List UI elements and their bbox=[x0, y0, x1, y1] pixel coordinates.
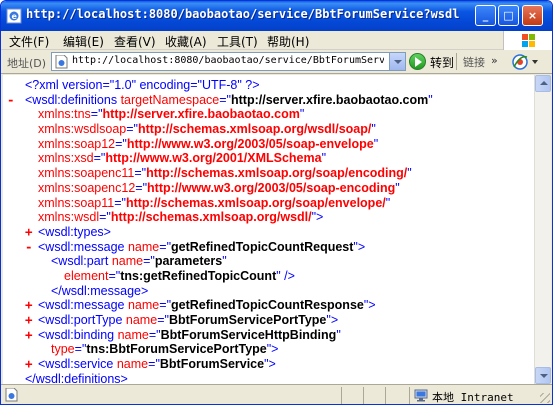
xml-binding: + <wsdl:binding name="BbtForumServiceHttp… bbox=[25, 326, 341, 343]
collapse-toggle-message[interactable]: - bbox=[25, 239, 33, 255]
intranet-icon bbox=[414, 389, 428, 402]
resize-grip[interactable] bbox=[540, 393, 550, 403]
address-dropdown-button[interactable] bbox=[389, 53, 405, 70]
xml-definitions-open: - <wsdl:definitions targetNamespace="http… bbox=[7, 91, 433, 108]
menu-favorites[interactable]: 收藏(A) bbox=[165, 33, 207, 50]
links-button[interactable]: 链接 bbox=[463, 54, 485, 70]
minimize-button[interactable]: _ bbox=[475, 5, 496, 26]
go-button[interactable]: 转到 bbox=[409, 52, 459, 71]
links-more-icon[interactable]: » bbox=[491, 54, 498, 67]
xml-message-close: </wsdl:message> bbox=[51, 283, 149, 298]
expand-toggle-types[interactable]: + bbox=[25, 224, 33, 240]
collapse-toggle-definitions[interactable]: - bbox=[7, 92, 15, 108]
xml-message-request: - <wsdl:message name="getRefinedTopicCoun… bbox=[25, 238, 366, 255]
menu-help[interactable]: 帮助(H) bbox=[267, 33, 309, 50]
maximize-button[interactable]: □ bbox=[498, 5, 519, 26]
xml-tree: <?xml version="1.0" encoding="UTF-8" ?> … bbox=[3, 78, 433, 384]
xml-service: + <wsdl:service name="BbtForumService"> bbox=[25, 356, 276, 372]
menu-file[interactable]: 文件(F) bbox=[9, 33, 49, 50]
zone-label: 本地 Intranet bbox=[432, 391, 514, 404]
page-icon bbox=[55, 55, 68, 69]
xml-message-response: + <wsdl:message name="getRefinedTopicCoun… bbox=[25, 297, 376, 313]
xml-ns-line: xmlns:soapenc11="http://schemas.xmlsoap.… bbox=[38, 166, 412, 181]
go-label: 转到 bbox=[430, 56, 455, 70]
ie-toolbar-dropdown-icon[interactable] bbox=[532, 60, 538, 64]
page-status-icon bbox=[5, 388, 18, 402]
xml-ns-line: xmlns:soapenc12="http://www.w3.org/2003/… bbox=[38, 180, 400, 195]
xml-types: + <wsdl:types> bbox=[25, 223, 111, 240]
address-input[interactable]: http://localhost:8080/baobaotao/service/… bbox=[51, 52, 406, 71]
status-bar: 本地 Intranet bbox=[1, 384, 552, 404]
security-zone[interactable]: 本地 Intranet bbox=[409, 387, 552, 404]
expand-toggle-porttype[interactable]: + bbox=[25, 312, 33, 328]
title-bar[interactable]: e http://localhost:8080/baobaotao/servic… bbox=[1, 1, 552, 31]
windows-logo-icon bbox=[503, 31, 552, 50]
scroll-down-button[interactable] bbox=[535, 367, 551, 384]
xml-ns-line: xmlns:xsd="http://www.w3.org/2001/XMLSch… bbox=[38, 151, 327, 166]
expand-toggle-message-response[interactable]: + bbox=[25, 298, 33, 313]
document-view[interactable]: <?xml version="1.0" encoding="UTF-8" ?> … bbox=[3, 75, 534, 384]
xml-ns-line: xmlns:tns="http://server.xfire.baobaotao… bbox=[38, 107, 305, 122]
window-title: http://localhost:8080/baobaotao/service/… bbox=[26, 7, 466, 21]
menu-edit[interactable]: 编辑(E) bbox=[63, 33, 104, 50]
xml-declaration: <?xml version="1.0" encoding="UTF-8" ?> bbox=[25, 78, 260, 92]
ie-page-icon: e bbox=[6, 8, 22, 24]
scroll-up-button[interactable] bbox=[535, 75, 551, 92]
status-cell bbox=[363, 387, 383, 404]
xml-ns-line: xmlns:soap12="http://www.w3.org/2003/05/… bbox=[38, 136, 379, 151]
menu-tools[interactable]: 工具(T) bbox=[217, 33, 258, 50]
address-label: 地址(D) bbox=[7, 57, 47, 70]
xml-definitions-close: </wsdl:definitions> bbox=[25, 371, 128, 384]
address-bar: 地址(D) http://localhost:8080/baobaotao/se… bbox=[1, 50, 552, 74]
xml-ns-line: xmlns:soap11="http://schemas.xmlsoap.org… bbox=[38, 195, 391, 210]
svg-text:e: e bbox=[12, 12, 18, 21]
xml-porttype: + <wsdl:portType name="BbtForumServicePor… bbox=[25, 312, 339, 328]
xml-ns-line: xmlns:wsdlsoap="http://schemas.xmlsoap.o… bbox=[38, 122, 376, 137]
xml-ns-line: xmlns:wsdl="http://schemas.xmlsoap.org/w… bbox=[38, 210, 324, 225]
xml-binding-type: type="tns:BbtForumServicePortType"> bbox=[51, 342, 279, 357]
vertical-scrollbar[interactable] bbox=[534, 75, 551, 384]
links-separator bbox=[456, 53, 457, 70]
expand-toggle-service[interactable]: + bbox=[25, 356, 33, 372]
browser-window: e http://localhost:8080/baobaotao/servic… bbox=[0, 0, 553, 405]
address-url: http://localhost:8080/baobaotao/service/… bbox=[72, 55, 384, 66]
menu-bar: 文件(F) 编辑(E) 查看(V) 收藏(A) 工具(T) 帮助(H) bbox=[1, 31, 552, 50]
status-cell bbox=[341, 387, 361, 404]
xml-part: <wsdl:part name="parameters" bbox=[51, 254, 227, 269]
expand-toggle-binding[interactable]: + bbox=[25, 327, 33, 343]
go-arrow-icon bbox=[409, 53, 426, 70]
close-button[interactable]: × bbox=[522, 5, 543, 26]
ie-toolbar-icon[interactable] bbox=[511, 53, 529, 71]
menu-view[interactable]: 查看(V) bbox=[114, 33, 156, 50]
xml-part-element: element="tns:getRefinedTopicCount" /> bbox=[64, 268, 295, 283]
status-cell bbox=[385, 387, 407, 404]
